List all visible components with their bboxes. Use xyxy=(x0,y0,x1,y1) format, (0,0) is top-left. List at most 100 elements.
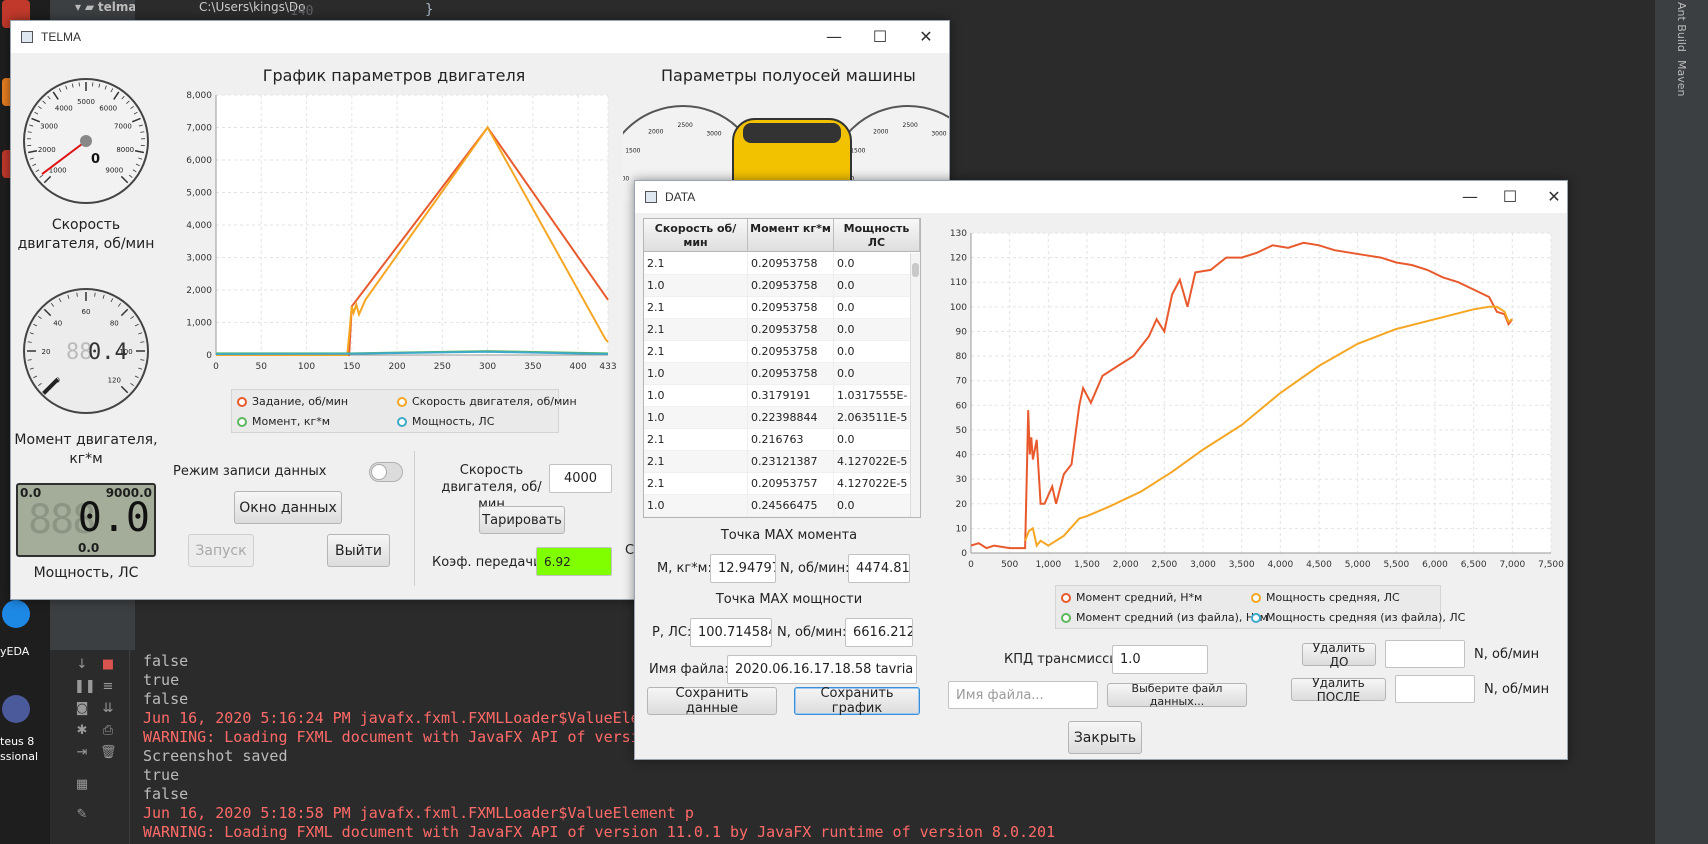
table-row[interactable]: 2.1 0.216763 0.0 xyxy=(644,429,912,451)
exit-button[interactable]: Выйти xyxy=(327,534,390,567)
down-arrow-icon[interactable]: ↓ xyxy=(74,658,90,672)
x-tick-label: 250 xyxy=(434,362,451,372)
delete-after-button[interactable]: Удалить ПОСЛЕ xyxy=(1291,676,1386,704)
engine-chart-legend: Задание, об/мин Скорость двигателя, об/м… xyxy=(231,389,577,433)
pin-icon[interactable]: ✎ xyxy=(74,808,90,822)
max-torque-rpm-input[interactable]: 4474.81 xyxy=(848,554,910,583)
maximize-button[interactable]: ☐ xyxy=(857,21,903,53)
gauge-tick-label: 80 xyxy=(110,320,119,328)
x-tick-label: 6,000 xyxy=(1422,560,1448,570)
table-row[interactable]: 2.1 0.20953758 0.0 xyxy=(644,341,912,363)
legend-marker xyxy=(237,416,247,427)
close-data-button[interactable]: Закрыть xyxy=(1068,721,1142,754)
y-tick-label: 0 xyxy=(206,351,212,361)
print-icon[interactable]: ⎙ xyxy=(100,724,116,738)
bug-icon[interactable]: ✱ xyxy=(74,724,90,738)
choose-file-button[interactable]: Выберите файл данных... xyxy=(1107,682,1247,708)
separator xyxy=(414,451,415,586)
data-window-button[interactable]: Окно данных xyxy=(234,491,342,524)
x-tick-label: 500 xyxy=(1001,560,1018,570)
minimize-button[interactable]: — xyxy=(811,21,857,53)
record-mode-label: Режим записи данных xyxy=(173,464,327,479)
table-row[interactable]: 1.0 0.22398844 2.063511E-5 xyxy=(644,407,912,429)
x-tick-label: 0 xyxy=(968,560,974,570)
easyeda-icon[interactable] xyxy=(2,600,30,628)
max-power-rpm-input[interactable]: 6616.212 xyxy=(845,618,913,647)
scroll-end-icon[interactable]: ⇊ xyxy=(100,702,116,716)
filename-search-input[interactable]: Имя файла... xyxy=(948,681,1098,709)
filename-input[interactable]: 2020.06.16.17.18.58 tavria xyxy=(727,655,917,684)
gear-ratio-input[interactable]: 6.92 xyxy=(536,547,612,576)
m-label: M, кг*м: xyxy=(657,561,712,576)
x-tick-label: 300 xyxy=(479,362,496,372)
max-power-input[interactable]: 100.714584 xyxy=(690,618,772,647)
table-row[interactable]: 1.0 0.20953758 0.0 xyxy=(644,275,912,297)
y-tick-label: 90 xyxy=(956,327,968,337)
proteus-icon[interactable] xyxy=(2,695,30,723)
toggle-knob xyxy=(371,464,387,480)
exit-icon[interactable]: ⇥ xyxy=(74,746,90,760)
delete-after-input[interactable] xyxy=(1395,675,1475,703)
column-header-speed[interactable]: Скорость об/мин xyxy=(644,219,748,252)
n-unit-label-2: N, об/мин xyxy=(1484,682,1550,697)
scroll-thumb[interactable] xyxy=(912,263,919,277)
delete-before-button[interactable]: Удалить ДО xyxy=(1302,641,1376,669)
record-mode-toggle[interactable] xyxy=(369,462,403,482)
gauge-tick-label: 3000 xyxy=(40,123,58,131)
table-row[interactable]: 1.0 0.20953758 0.0 xyxy=(644,363,912,385)
save-chart-button[interactable]: Сохранить график xyxy=(794,686,920,716)
speed-setpoint-input[interactable]: 4000 xyxy=(549,464,612,493)
y-tick-label: 8,000 xyxy=(186,91,212,101)
data-table[interactable]: Скорость об/мин Момент кг*м Мощность ЛС … xyxy=(643,218,921,518)
table-row[interactable]: 2.1 0.23121387 4.127022E-5 xyxy=(644,451,912,473)
kpd-input[interactable]: 1.0 xyxy=(1112,645,1208,674)
start-button[interactable]: Запуск xyxy=(188,534,254,567)
gauge-tick-label: 60 xyxy=(82,308,91,316)
x-tick-label: 200 xyxy=(388,362,405,372)
x-tick-label: 0 xyxy=(213,362,219,372)
column-header-torque[interactable]: Момент кг*м xyxy=(748,219,834,252)
table-row[interactable]: 2.1 0.20953757 4.127022E-5 xyxy=(644,473,912,495)
filename-label: Имя файла: xyxy=(649,662,729,677)
pause-icon[interactable]: ❚❚ xyxy=(74,680,96,694)
data-titlebar[interactable]: DATA — ☐ ✕ xyxy=(635,181,1567,213)
axles-title: Параметры полуосей машины xyxy=(661,66,916,85)
save-data-button[interactable]: Сохранить данные xyxy=(647,686,777,716)
legend-label: Момент средний (из файла), Н*м xyxy=(1076,611,1268,624)
x-tick-label: 3,500 xyxy=(1229,560,1255,570)
ant-build-tab[interactable]: Ant Build xyxy=(1675,2,1688,52)
close-button[interactable]: ✕ xyxy=(903,21,949,53)
table-row[interactable]: 2.1 0.20953758 0.0 xyxy=(644,297,912,319)
calibrate-button[interactable]: Тарировать xyxy=(479,506,565,534)
wrap-icon[interactable]: ≡ xyxy=(100,680,116,694)
table-cell: 0.23121387 xyxy=(748,451,834,473)
engine-chart-title: График параметров двигателя xyxy=(262,66,526,85)
table-row[interactable]: 2.1 0.20953758 0.0 xyxy=(644,253,912,275)
close-button[interactable]: ✕ xyxy=(1531,181,1577,213)
table-scrollbar[interactable] xyxy=(910,253,920,517)
y-tick-label: 2,000 xyxy=(186,286,212,296)
y-tick-label: 0 xyxy=(961,549,967,559)
gauge-tick-label: 20 xyxy=(42,348,51,356)
max-torque-input[interactable]: 12.94797 xyxy=(710,554,776,583)
y-tick-label: 4,000 xyxy=(186,221,212,231)
table-cell: 0.20953757 xyxy=(748,473,834,495)
maven-tab[interactable]: Maven xyxy=(1675,60,1688,96)
data-chart-legend: Момент средний, Н*м Мощность средняя, ЛС… xyxy=(1055,585,1465,629)
table-cell: 0.0 xyxy=(834,297,912,319)
column-header-power[interactable]: Мощность ЛС xyxy=(834,219,920,252)
table-row[interactable]: 1.00.31791911.0317555E-4 xyxy=(644,385,912,424)
delete-before-input[interactable] xyxy=(1385,640,1465,668)
stop-icon[interactable]: ■ xyxy=(100,658,116,672)
layout-icon[interactable]: ▦ xyxy=(74,778,90,792)
maximize-button[interactable]: ☐ xyxy=(1487,181,1533,213)
gauge-tick-label: 6000 xyxy=(99,105,117,113)
legend-marker xyxy=(1061,592,1071,603)
table-row[interactable]: 1.0 0.24566475 0.0 xyxy=(644,495,912,517)
torque-power-chart: 0 10 20 30 40 50 60 70 80 90 100 110 120 130 0 500 1,000… xyxy=(950,229,1564,570)
camera-icon[interactable]: ◙ xyxy=(74,702,90,716)
table-row[interactable]: 2.1 0.20953758 0.0 xyxy=(644,319,912,341)
gauge-tick-label: 2000 xyxy=(38,146,56,154)
trash-icon[interactable]: 🗑 xyxy=(100,746,117,760)
telma-titlebar[interactable]: TELMA — ☐ ✕ xyxy=(11,21,949,53)
